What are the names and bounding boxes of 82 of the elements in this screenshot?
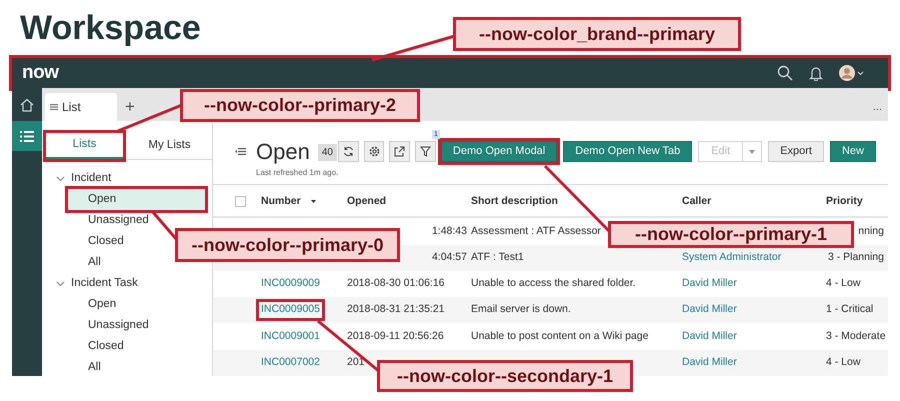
list-icon xyxy=(20,130,34,142)
action-button[interactable]: Export xyxy=(768,141,824,162)
table-cell-text: 4 - Low xyxy=(826,276,860,292)
annotation-callout: --now-color--primary-0 xyxy=(175,228,400,262)
caller-link[interactable]: System Administrator xyxy=(682,250,782,266)
gear-icon xyxy=(368,146,380,157)
chevron-down-icon[interactable] xyxy=(56,280,65,286)
table-cell-text: Email server is down. xyxy=(471,302,571,318)
column-header[interactable]: Caller xyxy=(682,194,712,210)
column-header[interactable]: Opened xyxy=(347,194,386,210)
table-cell-text: 2018-08-30 01:06:16 xyxy=(347,276,444,292)
list-nav-button[interactable] xyxy=(12,121,42,151)
table-cell-text: 1:48:43 xyxy=(432,224,467,239)
table-cell-text: nning xyxy=(858,224,884,239)
page-title: Workspace xyxy=(20,8,201,49)
list-menu-icon[interactable] xyxy=(235,148,246,155)
column-header[interactable]: Short description xyxy=(471,194,558,210)
record-link[interactable]: INC0009001 xyxy=(261,328,320,344)
table-cell-text: ATF : Test1 xyxy=(471,250,524,265)
table-cell-text: Unable to access the shared folder. xyxy=(471,276,636,292)
annotation-callout: --now-color_brand--primary xyxy=(453,17,741,51)
record-link[interactable]: INC0007002 xyxy=(261,355,320,371)
avatar-icon[interactable] xyxy=(839,65,855,81)
tree-group-label[interactable]: Incident xyxy=(71,170,112,188)
annotation-callout: --now-color--primary-1 xyxy=(608,221,854,248)
refresh-icon xyxy=(343,146,354,157)
refresh-button[interactable] xyxy=(338,141,359,162)
caret-icon[interactable] xyxy=(857,70,864,76)
caller-link[interactable]: David Miller xyxy=(682,328,737,344)
panel-tab[interactable]: My Lists xyxy=(131,133,208,159)
tree-item[interactable]: Unassigned xyxy=(68,315,153,336)
brand-logo[interactable]: now xyxy=(22,58,59,88)
record-link[interactable]: INC0009009 xyxy=(261,276,320,292)
count-badge: 40 xyxy=(318,144,337,160)
leader-line xyxy=(117,104,183,132)
tree-item[interactable]: Unassigned xyxy=(68,210,153,231)
table-cell-text: 3 - Moderate xyxy=(826,328,886,344)
sort-caret-icon[interactable] xyxy=(310,200,316,203)
tree-item[interactable]: Closed xyxy=(68,336,128,357)
table-cell-text: 4 - Low xyxy=(826,355,860,370)
caller-link[interactable]: David Miller xyxy=(682,276,737,292)
more-button[interactable]: ... xyxy=(872,93,888,121)
table-cell-text: 2018-09-11 20:56:26 xyxy=(347,328,444,344)
filter-icon xyxy=(420,146,431,157)
annotation-callout: --now-color--primary-2 xyxy=(180,89,420,122)
action-button[interactable]: Demo Open Modal xyxy=(440,141,558,162)
record-link[interactable]: INC0009005 xyxy=(259,302,322,318)
column-header[interactable]: Number xyxy=(261,194,301,210)
tree-item[interactable]: All xyxy=(68,357,105,378)
tree-item[interactable]: Closed xyxy=(68,231,128,252)
search-icon[interactable] xyxy=(777,65,793,81)
add-tab-button[interactable]: + xyxy=(117,93,143,121)
chevron-down-icon[interactable] xyxy=(56,176,65,182)
gear-button[interactable] xyxy=(364,141,384,162)
action-button[interactable]: Demo Open New Tab xyxy=(563,141,692,162)
annotation-callout: --now-color--secondary-1 xyxy=(377,360,633,392)
tree-item[interactable]: Open xyxy=(68,189,205,210)
table-cell-text: 201 xyxy=(347,355,365,370)
tree-item[interactable]: All xyxy=(68,252,105,273)
column-header[interactable]: Priority xyxy=(826,194,863,210)
filter-button[interactable] xyxy=(414,141,436,162)
list-icon xyxy=(50,104,58,110)
tab[interactable]: List xyxy=(45,93,117,121)
share-button[interactable] xyxy=(389,141,410,162)
panel-tab[interactable]: Lists xyxy=(46,133,123,159)
refresh-note: Last refreshed 1m ago. xyxy=(256,167,338,179)
table-cell-text: 4:04:57 xyxy=(432,250,467,265)
share-icon xyxy=(394,146,406,157)
action-button[interactable]: New xyxy=(830,141,876,162)
table-cell-text: 2018-08-31 21:35:21 xyxy=(347,302,444,318)
table-cell-text: Unable to post content on a Wiki page xyxy=(471,328,648,344)
table-cell-text: 1 - Critical xyxy=(826,302,874,318)
table-cell-text: Assessment : ATF Assessor xyxy=(471,224,601,239)
table-cell-text: 3 - Planning xyxy=(828,250,884,265)
bell-icon[interactable] xyxy=(809,66,823,80)
list-title: Open xyxy=(256,139,310,165)
home-icon[interactable] xyxy=(20,98,34,112)
tree-group-label[interactable]: Incident Task xyxy=(71,274,138,292)
tree-item[interactable]: Open xyxy=(68,294,120,315)
caller-link[interactable]: David Miller xyxy=(682,355,737,371)
caller-link[interactable]: David Miller xyxy=(682,302,737,318)
select-all-checkbox[interactable] xyxy=(235,196,246,207)
